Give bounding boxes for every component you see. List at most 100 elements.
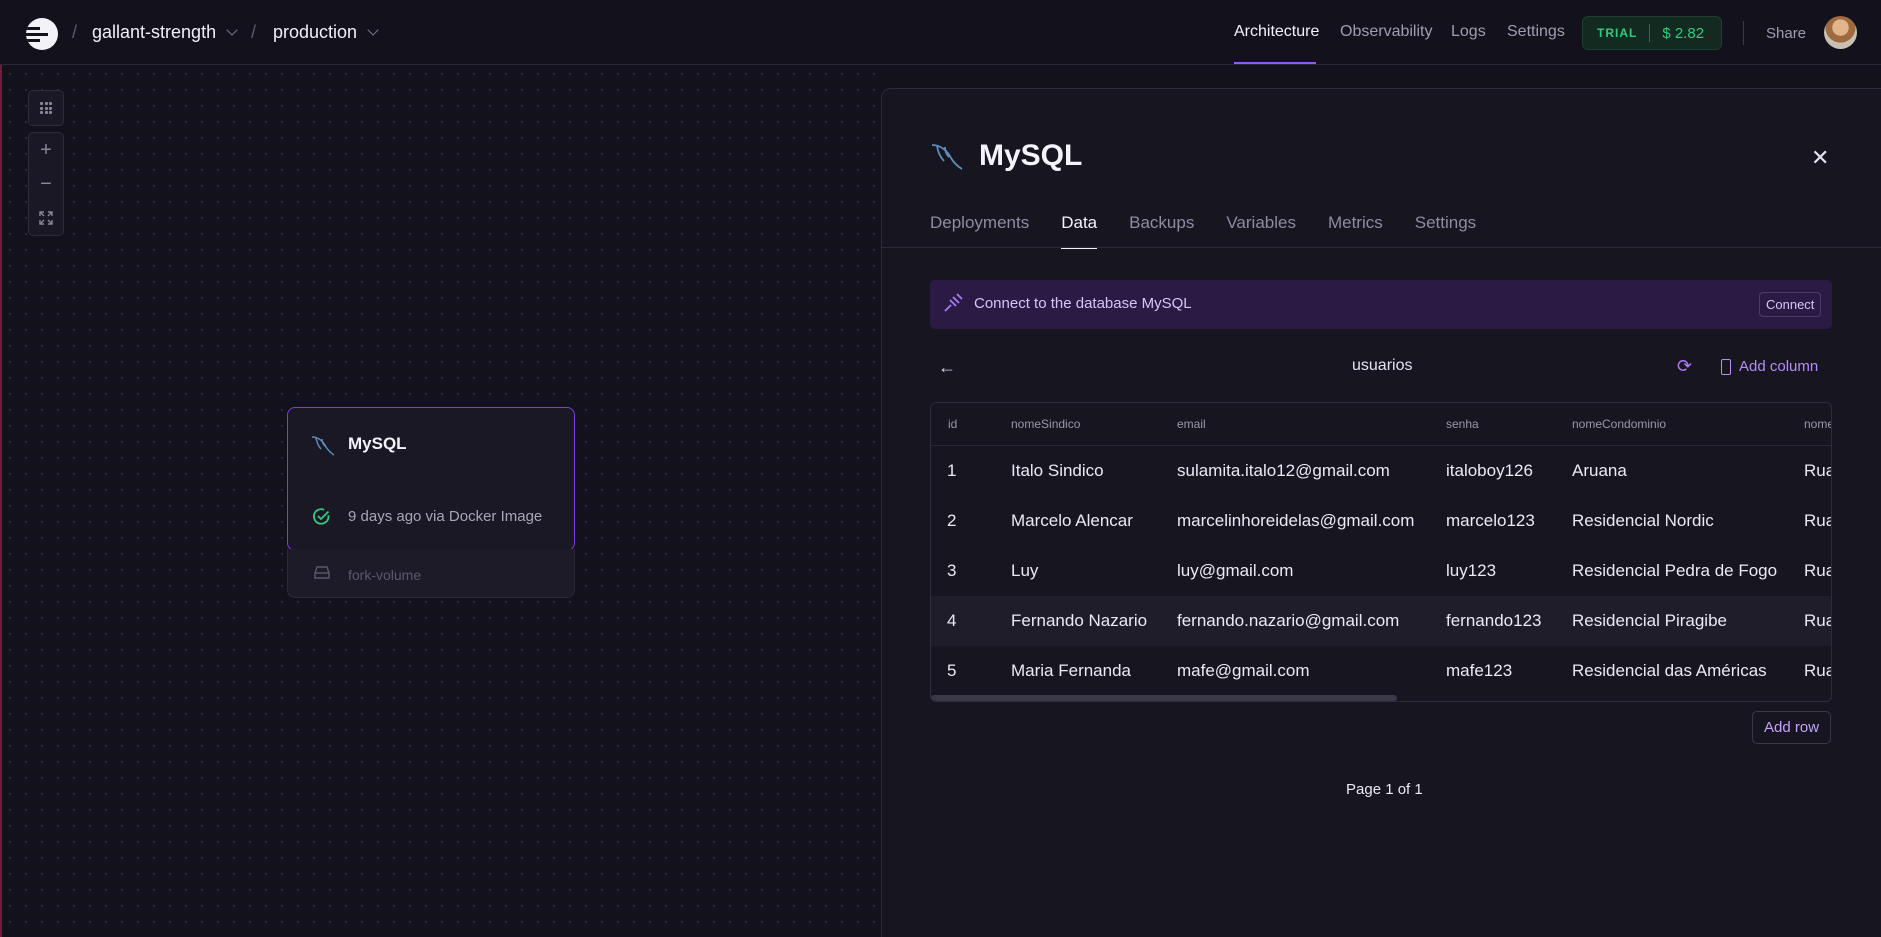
user-avatar[interactable]	[1824, 16, 1857, 49]
table-cell[interactable]: Maria Fernanda	[1011, 661, 1131, 681]
table-row[interactable]: 3 Luy luy@gmail.com luy123 Residencial P…	[931, 546, 1831, 596]
tab-variables[interactable]: Variables	[1226, 213, 1296, 249]
horizontal-scrollbar[interactable]	[931, 695, 1397, 701]
panel-title: MySQL	[979, 139, 1083, 172]
table-cell[interactable]: italoboy126	[1446, 461, 1533, 481]
close-icon[interactable]: ✕	[1811, 145, 1829, 171]
project-selector[interactable]: gallant-strength	[92, 22, 238, 43]
table-cell[interactable]: Rua	[1804, 611, 1831, 631]
table-row[interactable]: 4 Fernando Nazario fernando.nazario@gmai…	[931, 596, 1831, 646]
table-cell[interactable]: 5	[947, 661, 956, 681]
success-check-icon	[313, 508, 330, 525]
service-name: MySQL	[348, 434, 407, 453]
chevron-down-icon	[226, 24, 238, 36]
table-cell[interactable]: Rua	[1804, 511, 1831, 531]
table-cell[interactable]: marcelinhoreidelas@gmail.com	[1177, 511, 1414, 531]
add-column-button[interactable]: Add column	[1721, 358, 1818, 375]
table-cell[interactable]: luy123	[1446, 561, 1496, 581]
connect-banner: Connect to the database MySQL Connect	[930, 280, 1832, 329]
table-cell[interactable]: mafe@gmail.com	[1177, 661, 1310, 681]
active-nav-indicator	[1234, 62, 1316, 64]
table-cell[interactable]: 2	[947, 511, 956, 531]
column-header[interactable]: nomeCondominio	[1572, 417, 1666, 431]
table-cell[interactable]: Residencial Nordic	[1572, 511, 1714, 531]
grid-menu-button[interactable]	[29, 91, 63, 125]
pagination-label: Page 1 of 1	[1346, 781, 1423, 798]
column-header[interactable]: senha	[1446, 417, 1479, 431]
nav-settings[interactable]: Settings	[1507, 23, 1565, 41]
table-cell[interactable]: fernando.nazario@gmail.com	[1177, 611, 1399, 631]
table-cell[interactable]: 3	[947, 561, 956, 581]
table-cell[interactable]: marcelo123	[1446, 511, 1535, 531]
table-cell[interactable]: Residencial Pedra de Fogo	[1572, 561, 1777, 581]
table-cell[interactable]: Rua	[1804, 561, 1831, 581]
table-cell[interactable]: 1	[947, 461, 956, 481]
mysql-dolphin-icon	[311, 436, 335, 456]
trial-divider	[1649, 24, 1651, 42]
architecture-canvas[interactable]: + − MySQL 9 days ago via Docker Image fo…	[2, 66, 881, 937]
table-row[interactable]: 1 Italo Sindico sulamita.italo12@gmail.c…	[931, 446, 1831, 496]
fit-view-button[interactable]	[29, 201, 63, 235]
environment-name: production	[273, 22, 358, 42]
nav-architecture[interactable]: Architecture	[1234, 23, 1319, 41]
railway-logo-icon[interactable]	[26, 18, 58, 50]
column-header[interactable]: id	[948, 417, 957, 431]
table-cell[interactable]: Marcelo Alencar	[1011, 511, 1133, 531]
tab-deployments[interactable]: Deployments	[930, 213, 1029, 249]
table-cell[interactable]: sulamita.italo12@gmail.com	[1177, 461, 1390, 481]
breadcrumb-separator: /	[72, 22, 78, 42]
table-cell[interactable]: Residencial das Américas	[1572, 661, 1767, 681]
tab-backups[interactable]: Backups	[1129, 213, 1194, 249]
divider	[1743, 21, 1744, 45]
connect-button[interactable]: Connect	[1759, 292, 1822, 317]
plug-icon	[944, 293, 963, 312]
tab-metrics[interactable]: Metrics	[1328, 213, 1383, 249]
trial-badge[interactable]: TRIAL $ 2.82	[1582, 16, 1722, 50]
table-name: usuarios	[1352, 357, 1413, 374]
refresh-icon[interactable]: ⟳	[1677, 356, 1692, 377]
table-cell[interactable]: Residencial Piragibe	[1572, 611, 1727, 631]
table-cell[interactable]: fernando123	[1446, 611, 1541, 631]
environment-selector[interactable]: production	[273, 22, 379, 43]
zoom-out-button[interactable]: −	[29, 167, 63, 201]
data-table: id nomeSindico email senha nomeCondomini…	[930, 402, 1832, 702]
table-cell[interactable]: Italo Sindico	[1011, 461, 1104, 481]
volume-name: fork-volume	[348, 567, 422, 583]
column-header[interactable]: email	[1177, 417, 1206, 431]
tab-settings[interactable]: Settings	[1415, 213, 1476, 249]
table-cell[interactable]: Aruana	[1572, 461, 1627, 481]
canvas-menu-control	[28, 90, 64, 126]
nav-logs[interactable]: Logs	[1451, 23, 1486, 41]
table-cell[interactable]: Rua	[1804, 661, 1831, 681]
chevron-down-icon	[367, 24, 379, 36]
connect-banner-text: Connect to the database MySQL	[974, 295, 1192, 312]
service-card-mysql[interactable]: MySQL 9 days ago via Docker Image	[287, 407, 575, 551]
table-cell[interactable]: Fernando Nazario	[1011, 611, 1147, 631]
trial-label: TRIAL	[1597, 26, 1638, 40]
column-header[interactable]: nome	[1804, 417, 1831, 431]
table-row[interactable]: 5 Maria Fernanda mafe@gmail.com mafe123 …	[931, 646, 1831, 696]
breadcrumb-separator: /	[251, 22, 257, 42]
table-cell[interactable]: 4	[947, 611, 956, 631]
column-header[interactable]: nomeSindico	[1011, 417, 1080, 431]
add-column-icon	[1721, 358, 1731, 375]
share-button[interactable]: Share	[1766, 25, 1806, 42]
table-header: id nomeSindico email senha nomeCondomini…	[931, 403, 1831, 446]
table-cell[interactable]: Luy	[1011, 561, 1038, 581]
zoom-in-button[interactable]: +	[29, 133, 63, 167]
nav-observability[interactable]: Observability	[1340, 23, 1432, 41]
back-arrow-icon[interactable]: ←	[938, 357, 956, 378]
tab-data[interactable]: Data	[1061, 213, 1098, 249]
table-row[interactable]: 2 Marcelo Alencar marcelinhoreidelas@gma…	[931, 496, 1831, 546]
grid-icon	[40, 102, 52, 114]
top-navigation: / gallant-strength / production Architec…	[0, 0, 1881, 65]
table-cell[interactable]: mafe123	[1446, 661, 1512, 681]
service-volume[interactable]: fork-volume	[287, 549, 575, 598]
table-cell[interactable]: luy@gmail.com	[1177, 561, 1293, 581]
add-row-button[interactable]: Add row	[1752, 711, 1832, 744]
volume-disk-icon	[314, 566, 330, 579]
add-column-label: Add column	[1739, 358, 1819, 375]
mysql-dolphin-icon	[931, 144, 963, 170]
tabs-divider	[882, 247, 1881, 248]
table-cell[interactable]: Rua	[1804, 461, 1831, 481]
